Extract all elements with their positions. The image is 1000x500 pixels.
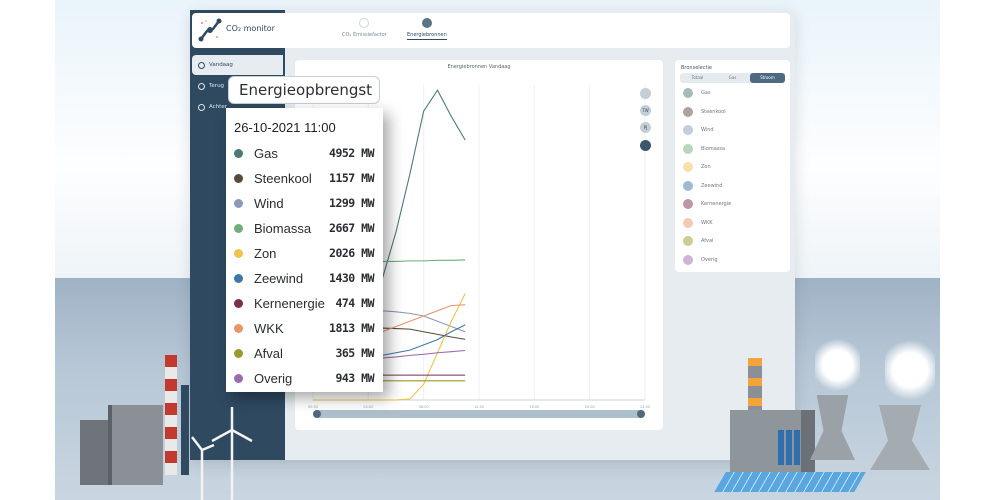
wind-icon (683, 125, 693, 135)
tooltip-row: Gas 4952 MW (234, 143, 374, 163)
x-tick-label: 12:00 (474, 405, 484, 409)
tooltip: 26-10-2021 11:00 Gas 4952 MW Steenkool 1157… (226, 108, 383, 392)
legend-dot (234, 173, 243, 183)
tooltip-row: WKK 1813 MW (234, 318, 374, 338)
source-item-biomassa[interactable]: Biomassa (683, 143, 725, 154)
source-item-overig[interactable]: Overig (683, 254, 718, 265)
source-selection-panel: Bronselectie Totaal Gas Stroom Gas Steenk… (675, 60, 790, 272)
download-button[interactable] (640, 140, 651, 151)
unit-tw-button[interactable]: TW (640, 105, 651, 116)
tooltip-row: Afval 365 MW (234, 343, 374, 363)
active-tab-underline (407, 39, 447, 40)
tab-energiebronnen[interactable]: Energiebronnen (407, 18, 447, 40)
chimney-illustration (181, 385, 189, 475)
source-item-zon[interactable]: Zon (683, 162, 711, 172)
tooltip-row: Wind 1299 MW (234, 193, 374, 213)
segment-totaal[interactable]: Totaal (680, 73, 715, 83)
steam-illustration (885, 335, 935, 405)
x-tick-label: 20:00 (585, 405, 595, 409)
source-item-zeewind[interactable]: Zeewind (683, 180, 722, 191)
overig-icon (683, 254, 693, 265)
x-tick-label: 00:00 (308, 405, 318, 409)
x-tick-label: 04:00 (363, 405, 373, 409)
range-slider-track[interactable] (313, 410, 645, 418)
tooltip-row: Overig 943 MW (234, 368, 374, 388)
brand-name: CO₂ monitor (226, 24, 275, 33)
zon-icon (683, 162, 693, 172)
source-item-afval[interactable]: Afval (683, 236, 713, 246)
top-header: CO₂ monitor CO₂ Emissiefactor Energiebro… (192, 13, 790, 48)
x-tick-label: 08:00 (419, 405, 429, 409)
tooltip-row: Zon 2026 MW (234, 243, 374, 263)
tooltip-datetime: 26-10-2021 11:00 (234, 120, 336, 135)
chart-type-button[interactable] (640, 88, 651, 99)
sidebar-item-vandaag[interactable]: Vandaag (192, 55, 283, 75)
panel-title: Bronselectie (681, 65, 712, 71)
chimney-illustration (748, 358, 762, 413)
x-tick-label: 24:00 (640, 405, 650, 409)
unit-pj-button[interactable]: PJ (640, 122, 651, 133)
tab-co2-emissiefactor[interactable]: CO₂ Emissiefactor (342, 18, 387, 38)
building-illustration (108, 405, 163, 485)
steam-illustration (815, 335, 860, 395)
legend-dot (234, 348, 243, 358)
kernenergie-icon (683, 199, 693, 209)
tooltip-heading: Energieopbrengst (228, 76, 380, 104)
tooltip-row: Biomassa 2667 MW (234, 218, 374, 238)
segment-gas[interactable]: Gas (715, 73, 750, 83)
tooltip-row: Steenkool 1157 MW (234, 168, 374, 188)
x-tick-label: 16:00 (529, 405, 539, 409)
legend-dot (234, 373, 243, 383)
steenkool-icon (683, 106, 693, 117)
zeewind-icon (683, 180, 693, 191)
history-icon (198, 82, 205, 90)
wind-turbine-illustration (191, 407, 253, 500)
energy-sources-icon (421, 18, 432, 28)
source-item-kernenergie[interactable]: Kernenergie (683, 199, 731, 209)
biomassa-icon (683, 143, 693, 154)
legend-dot (234, 198, 243, 208)
segment-stroom[interactable]: Stroom (750, 73, 785, 83)
range-slider-handle-end[interactable] (637, 410, 645, 418)
logo-icon (198, 18, 222, 42)
source-item-gas[interactable]: Gas (683, 88, 711, 98)
range-slider-handle-start[interactable] (313, 410, 321, 418)
tooltip-row: Kernenergie 474 MW (234, 293, 374, 313)
legend-dot (234, 148, 243, 158)
gas-icon (683, 88, 693, 98)
wkk-icon (683, 217, 693, 228)
legend-dot (234, 323, 243, 333)
solar-panels-illustration (714, 472, 866, 492)
factory-windows-illustration (778, 430, 800, 465)
legend-dot (234, 223, 243, 233)
afval-icon (683, 236, 693, 246)
info-icon (198, 103, 205, 111)
source-item-wind[interactable]: Wind (683, 125, 714, 135)
source-item-wkk[interactable]: WKK (683, 217, 713, 228)
segment-control: Totaal Gas Stroom (680, 73, 785, 83)
legend-dot (234, 248, 243, 258)
tooltip-row: Zeewind 1430 MW (234, 268, 374, 288)
chimney-illustration (165, 355, 177, 475)
gauge-icon (359, 18, 370, 28)
legend-dot (234, 273, 243, 283)
legend-dot (234, 298, 243, 308)
factory-illustration (730, 410, 815, 475)
clock-icon (198, 61, 205, 69)
source-item-steenkool[interactable]: Steenkool (683, 106, 726, 117)
